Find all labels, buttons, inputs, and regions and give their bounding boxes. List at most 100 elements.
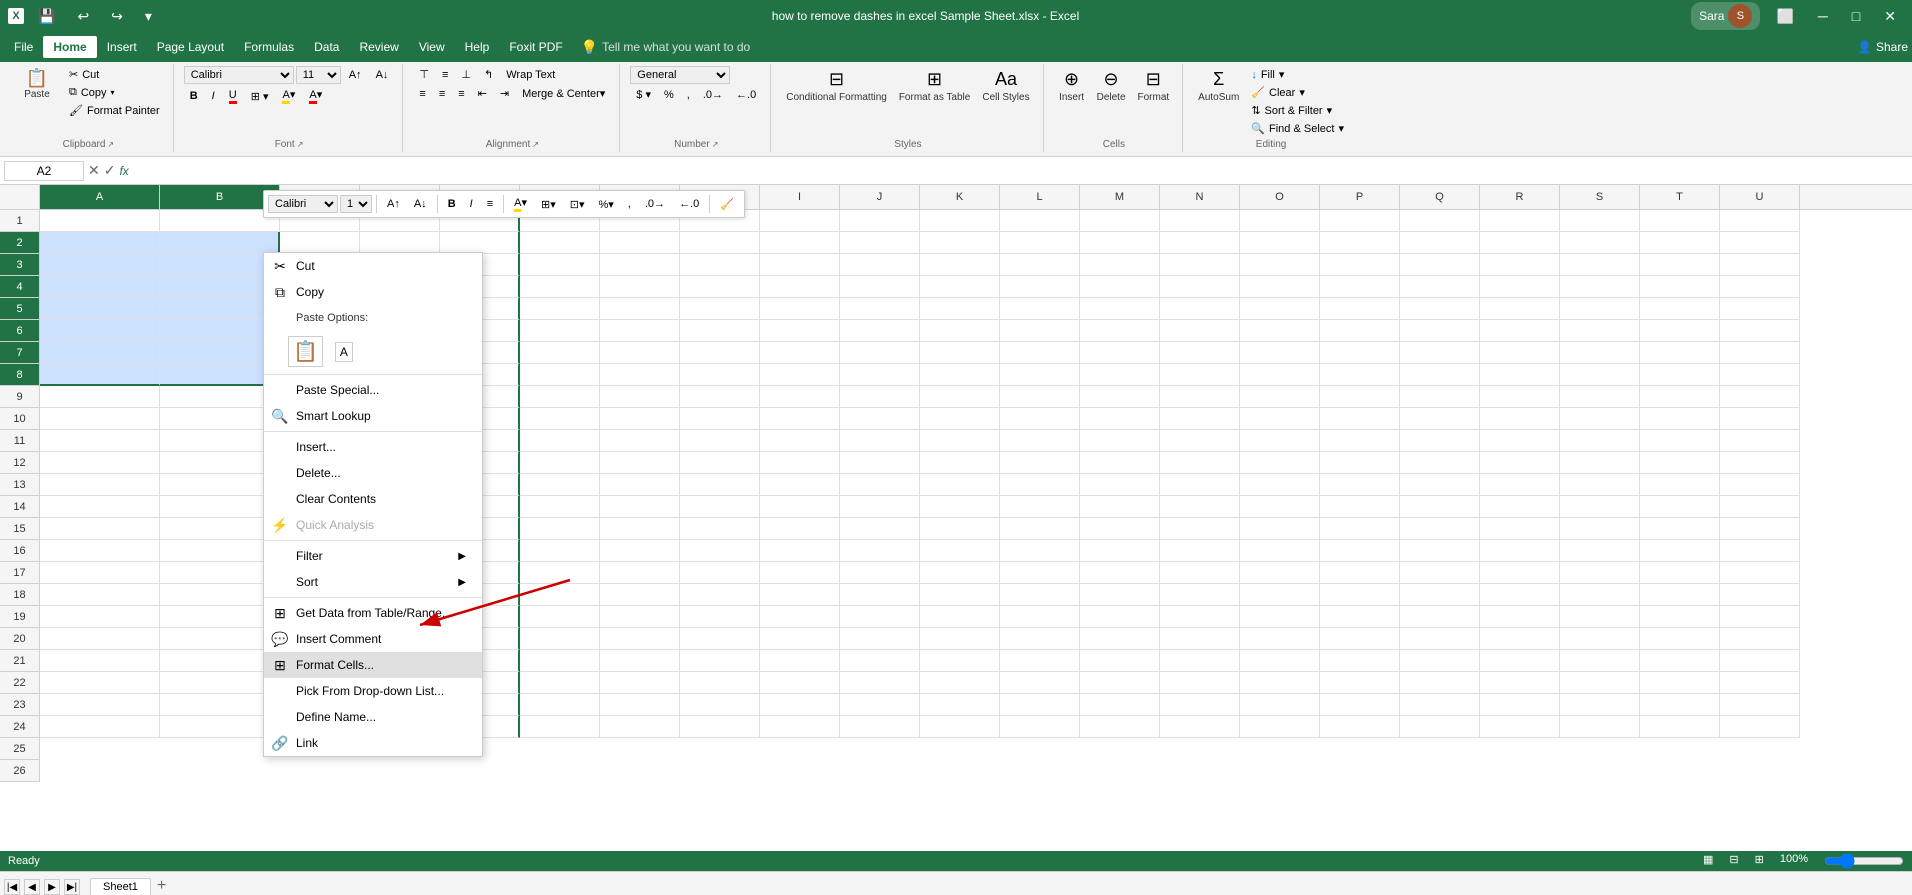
cell-K6[interactable] (920, 320, 1000, 342)
cell-S10[interactable] (1560, 408, 1640, 430)
cell-L8[interactable] (1000, 364, 1080, 386)
cell-M8[interactable] (1080, 364, 1160, 386)
cell-J3[interactable] (840, 254, 920, 276)
cell-A8[interactable] (40, 364, 160, 386)
add-sheet-button[interactable]: + (153, 877, 170, 895)
font-expand-icon[interactable]: ↗ (297, 140, 304, 149)
cell-O5[interactable] (1240, 298, 1320, 320)
cell-M4[interactable] (1080, 276, 1160, 298)
cell-L1[interactable] (1000, 210, 1080, 232)
cell-T6[interactable] (1640, 320, 1720, 342)
mini-number-format-button[interactable]: %▾ (593, 195, 620, 214)
cell-O6[interactable] (1240, 320, 1320, 342)
cell-U3[interactable] (1720, 254, 1800, 276)
ctx-pick-dropdown[interactable]: Pick From Drop-down List... (264, 678, 482, 704)
row-header-9[interactable]: 9 (0, 386, 40, 408)
cell-O2[interactable] (1240, 232, 1320, 254)
cell-H3[interactable] (680, 254, 760, 276)
cell-Q1[interactable] (1400, 210, 1480, 232)
cell-B8[interactable] (160, 364, 280, 386)
cell-R7[interactable] (1480, 342, 1560, 364)
row-header-23[interactable]: 23 (0, 694, 40, 716)
mini-decrease-font-button[interactable]: A↓ (408, 195, 433, 213)
cell-S8[interactable] (1560, 364, 1640, 386)
cell-K4[interactable] (920, 276, 1000, 298)
cell-P3[interactable] (1320, 254, 1400, 276)
cell-G10[interactable] (600, 408, 680, 430)
row-header-25[interactable]: 25 (0, 738, 40, 760)
cell-L5[interactable] (1000, 298, 1080, 320)
col-header-P[interactable]: P (1320, 185, 1400, 209)
first-sheet-button[interactable]: |◀ (4, 879, 20, 895)
row-header-24[interactable]: 24 (0, 716, 40, 738)
font-group-label[interactable]: Font ↗ (184, 137, 395, 150)
cell-H7[interactable] (680, 342, 760, 364)
cell-F10[interactable] (520, 408, 600, 430)
cell-K5[interactable] (920, 298, 1000, 320)
ctx-format-cells[interactable]: ⊞ Format Cells... (264, 652, 482, 678)
sheet-tab-sheet1[interactable]: Sheet1 (90, 878, 151, 895)
cell-P9[interactable] (1320, 386, 1400, 408)
menu-home[interactable]: Home (43, 36, 96, 58)
tell-me-text[interactable]: Tell me what you want to do (602, 40, 750, 54)
status-view-pagebreak[interactable]: ⊞ (1755, 853, 1764, 869)
cell-J1[interactable] (840, 210, 920, 232)
cell-L7[interactable] (1000, 342, 1080, 364)
cell-G3[interactable] (600, 254, 680, 276)
close-button[interactable]: ✕ (1876, 4, 1904, 29)
wrap-text-button[interactable]: Wrap Text (500, 67, 561, 83)
cell-L2[interactable] (1000, 232, 1080, 254)
cell-S6[interactable] (1560, 320, 1640, 342)
row-header-12[interactable]: 12 (0, 452, 40, 474)
alignment-group-label[interactable]: Alignment ↗ (413, 137, 611, 150)
cell-B3[interactable] (160, 254, 280, 276)
cell-F5[interactable] (520, 298, 600, 320)
col-header-L[interactable]: L (1000, 185, 1080, 209)
cell-Q6[interactable] (1400, 320, 1480, 342)
cell-T10[interactable] (1640, 408, 1720, 430)
cell-P6[interactable] (1320, 320, 1400, 342)
row-header-6[interactable]: 6 (0, 320, 40, 342)
cell-D2[interactable] (360, 232, 440, 254)
cell-J2[interactable] (840, 232, 920, 254)
number-expand-icon[interactable]: ↗ (712, 140, 719, 149)
cell-I9[interactable] (760, 386, 840, 408)
increase-decimal-button[interactable]: .0→ (697, 87, 729, 103)
paste-values-icon[interactable]: A (335, 342, 353, 362)
cell-E2[interactable] (440, 232, 520, 254)
cell-L10[interactable] (1000, 408, 1080, 430)
ctx-paste-special[interactable]: Paste Special... (264, 377, 482, 403)
align-left-button[interactable]: ≡ (413, 86, 431, 102)
cell-B6[interactable] (160, 320, 280, 342)
formula-insert-function[interactable]: fx (119, 164, 128, 178)
cell-N5[interactable] (1160, 298, 1240, 320)
decrease-decimal-button[interactable]: ←.0 (730, 87, 762, 103)
col-header-B[interactable]: B (160, 185, 280, 209)
ctx-paste-icon-area[interactable]: 📋 A (264, 331, 482, 372)
increase-indent-button[interactable]: ⇥ (494, 85, 515, 102)
cell-H10[interactable] (680, 408, 760, 430)
cell-T1[interactable] (1640, 210, 1720, 232)
cell-N8[interactable] (1160, 364, 1240, 386)
cell-F9[interactable] (520, 386, 600, 408)
cell-F4[interactable] (520, 276, 600, 298)
cell-M2[interactable] (1080, 232, 1160, 254)
share-label[interactable]: Share (1876, 40, 1908, 54)
mini-fill-color-button[interactable]: A▾ (508, 193, 533, 215)
cell-P4[interactable] (1320, 276, 1400, 298)
align-middle-button[interactable]: ≡ (436, 67, 454, 83)
number-format-select[interactable]: General (630, 66, 730, 84)
menu-help[interactable]: Help (455, 36, 500, 58)
menu-page-layout[interactable]: Page Layout (147, 36, 234, 58)
zoom-slider[interactable] (1824, 853, 1904, 869)
align-bottom-button[interactable]: ⊥ (455, 66, 477, 83)
maximize-button[interactable]: □ (1844, 4, 1868, 28)
increase-font-button[interactable]: A↑ (343, 67, 368, 83)
redo-button[interactable]: ↪ (103, 4, 131, 29)
paste-button[interactable]: 📋 Paste (12, 66, 62, 104)
row-header-4[interactable]: 4 (0, 276, 40, 298)
cell-L9[interactable] (1000, 386, 1080, 408)
cell-U2[interactable] (1720, 232, 1800, 254)
cell-G9[interactable] (600, 386, 680, 408)
menu-formulas[interactable]: Formulas (234, 36, 304, 58)
